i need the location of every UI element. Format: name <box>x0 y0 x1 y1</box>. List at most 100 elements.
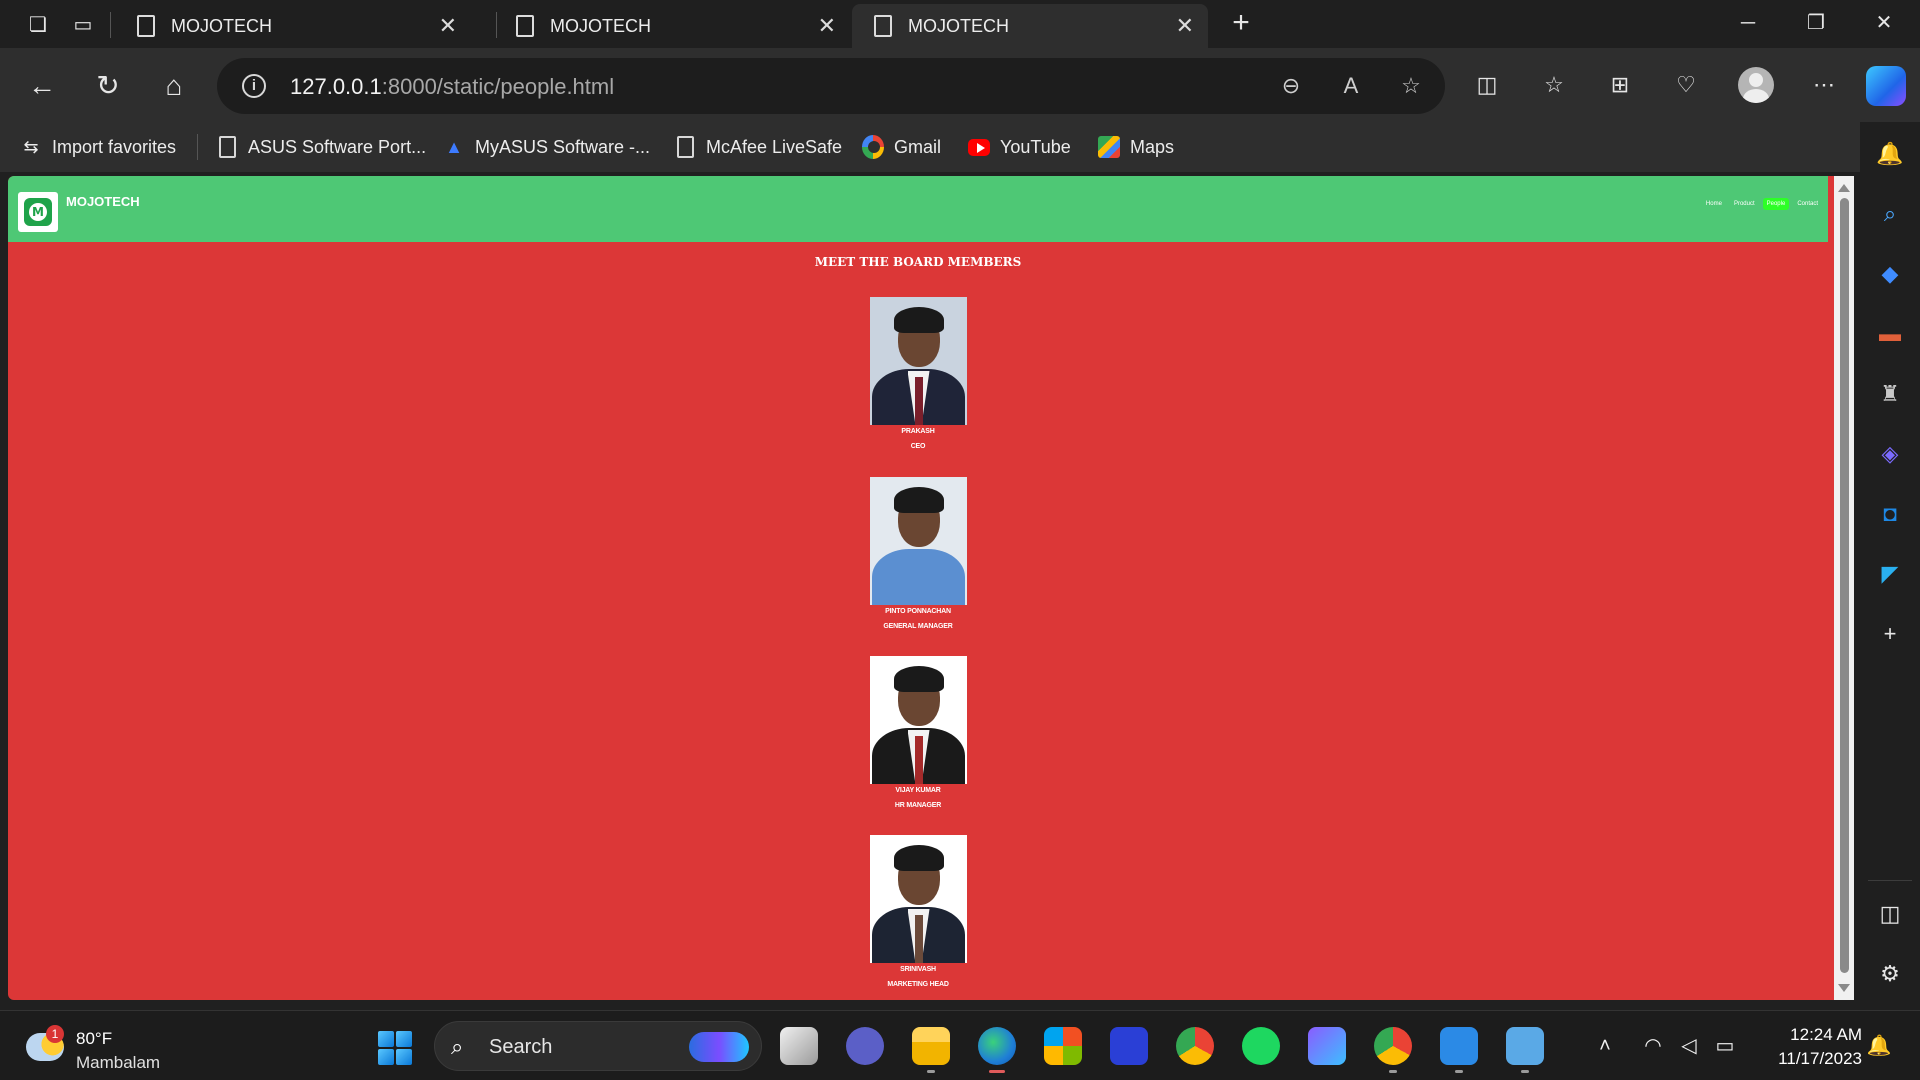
wifi-icon[interactable]: ◠ <box>1640 1033 1666 1059</box>
copilot-icon[interactable] <box>1866 66 1906 106</box>
url-text[interactable]: 127.0.0.1:8000/static/people.html <box>290 74 614 100</box>
member-card: PRAKASH CEO <box>868 297 968 450</box>
start-button[interactable] <box>378 1031 412 1065</box>
favorite-myasus[interactable]: ▲ MyASUS Software -... <box>443 134 650 160</box>
games-icon[interactable]: ♜ <box>1876 380 1904 408</box>
back-button[interactable]: ← <box>22 66 62 106</box>
close-icon[interactable]: ✕ <box>1176 13 1194 39</box>
youtube-icon <box>968 135 990 159</box>
workspaces-icon[interactable]: ❏ <box>22 8 54 40</box>
zoom-out-icon[interactable]: ⊖ <box>1277 72 1305 100</box>
drop-icon[interactable]: ◤ <box>1876 560 1904 588</box>
myasus-app-icon[interactable] <box>1110 1027 1148 1065</box>
scroll-down-icon[interactable] <box>1838 984 1850 992</box>
volume-muted-icon[interactable]: ◁ <box>1676 1033 1702 1059</box>
member-role: GENERAL MANAGER <box>883 623 953 630</box>
tab-actions-icon[interactable]: ▭ <box>67 8 99 40</box>
chrome-icon[interactable] <box>1176 1027 1214 1065</box>
favorite-asus-portal[interactable]: ASUS Software Port... <box>216 134 426 160</box>
microsoft-365-icon[interactable]: ◈ <box>1876 440 1904 468</box>
hide-sidebar-icon[interactable]: ◫ <box>1876 900 1904 928</box>
copilot-app-icon[interactable] <box>1308 1027 1346 1065</box>
site-logo[interactable]: M <box>18 192 58 232</box>
nav-home[interactable]: Home <box>1702 198 1726 210</box>
search-icon[interactable]: ⌕ <box>1876 200 1904 228</box>
member-card: PINTO PONNACHAN GENERAL MANAGER <box>868 477 968 630</box>
edge-browser-icon[interactable] <box>978 1027 1016 1073</box>
task-view-icon[interactable] <box>780 1027 818 1065</box>
split-screen-icon[interactable]: ◫ <box>1470 68 1504 102</box>
chrome-profile-icon[interactable] <box>1374 1027 1412 1073</box>
notifications-icon[interactable]: 🔔 <box>1876 140 1904 168</box>
system-clock[interactable]: 12:24 AM 11/17/2023 <box>1758 1023 1862 1071</box>
browser-essentials-icon[interactable]: ♡ <box>1669 68 1703 102</box>
nav-product[interactable]: Product <box>1730 198 1759 210</box>
spotify-icon[interactable] <box>1242 1027 1280 1065</box>
favorite-import[interactable]: ⇆ Import favorites <box>20 134 176 160</box>
settings-gear-icon[interactable]: ⚙ <box>1876 960 1904 988</box>
teams-chat-icon[interactable] <box>846 1027 884 1065</box>
shopping-tag-icon[interactable]: ◆ <box>1876 260 1904 288</box>
close-window-button[interactable]: ✕ <box>1856 6 1912 40</box>
favorites-icon[interactable]: ☆ <box>1537 68 1571 102</box>
sidebar-divider <box>1868 880 1912 881</box>
member-photo <box>869 656 967 784</box>
tab-2[interactable]: MOJOTECH ✕ <box>494 4 850 48</box>
nav-people[interactable]: People <box>1762 198 1790 210</box>
favorite-label: Import favorites <box>52 136 177 157</box>
favorite-gmail[interactable]: Gmail <box>862 134 941 160</box>
battery-icon[interactable]: ▭ <box>1712 1033 1738 1059</box>
myasus-icon: ▲ <box>445 136 463 157</box>
site-info-icon[interactable]: i <box>242 74 266 98</box>
weather-location: Mambalam <box>76 1053 161 1072</box>
tools-icon[interactable]: ▬ <box>1876 320 1904 348</box>
browser-window: ❏ ▭ MOJOTECH ✕ MOJOTECH ✕ MOJOTECH ✕ + ─… <box>0 0 1920 1080</box>
favorite-label: McAfee LiveSafe <box>706 136 843 157</box>
microsoft-store-icon[interactable] <box>1044 1027 1082 1065</box>
page-scrollbar[interactable] <box>1834 176 1854 1000</box>
notification-bell-icon[interactable]: 🔔 <box>1866 1033 1892 1059</box>
weather-widget[interactable]: 1 80°F Mambalam <box>26 1025 256 1072</box>
address-bar[interactable]: i 127.0.0.1:8000/static/people.html ⊖ A … <box>217 58 1445 114</box>
tab-3-active[interactable]: MOJOTECH ✕ <box>852 4 1208 48</box>
page-icon <box>216 135 238 159</box>
address-toolbar: ← ↻ ⌂ i 127.0.0.1:8000/static/people.htm… <box>0 48 1920 122</box>
minimize-button[interactable]: ─ <box>1720 6 1776 40</box>
favorite-mcafee[interactable]: McAfee LiveSafe <box>674 134 842 160</box>
favorite-youtube[interactable]: YouTube <box>968 134 1071 160</box>
scroll-thumb[interactable] <box>1840 198 1849 973</box>
taskbar-search[interactable]: ⌕ Search <box>434 1021 762 1071</box>
outlook-icon[interactable]: ◘ <box>1876 500 1904 528</box>
restore-button[interactable]: ❐ <box>1788 6 1844 40</box>
notepad-icon[interactable] <box>1506 1027 1544 1073</box>
tab-1[interactable]: MOJOTECH ✕ <box>115 4 471 48</box>
add-sidebar-app-icon[interactable]: + <box>1876 620 1904 648</box>
member-name: SRINIVASH <box>900 966 936 973</box>
close-icon[interactable]: ✕ <box>818 13 836 39</box>
weather-temp: 80°F <box>76 1029 113 1048</box>
read-aloud-icon[interactable]: A <box>1337 72 1365 100</box>
windows-taskbar: 1 80°F Mambalam ⌕ Search ˄ ◠ ◁ ▭ 12:24 A… <box>0 1010 1920 1080</box>
vscode-icon[interactable] <box>1440 1027 1478 1073</box>
page-icon <box>516 15 534 37</box>
file-explorer-icon[interactable] <box>912 1027 950 1073</box>
favorite-maps[interactable]: Maps <box>1098 134 1174 160</box>
close-icon[interactable]: ✕ <box>439 13 457 39</box>
favorite-label: ASUS Software Port... <box>248 136 427 157</box>
scroll-up-icon[interactable] <box>1838 184 1850 192</box>
bing-highlight-icon <box>689 1032 749 1062</box>
collections-icon[interactable]: ⊞ <box>1603 68 1637 102</box>
nav-contact[interactable]: Contact <box>1793 198 1822 210</box>
home-button[interactable]: ⌂ <box>154 66 194 106</box>
new-tab-button[interactable]: + <box>1225 8 1257 40</box>
show-hidden-icons-icon[interactable]: ˄ <box>1592 1033 1618 1059</box>
member-role: CEO <box>910 443 926 450</box>
section-title: MEET THE BOARD MEMBERS <box>814 255 1022 269</box>
more-options-icon[interactable]: ⋯ <box>1807 68 1841 102</box>
profile-avatar[interactable] <box>1738 67 1774 103</box>
clock-time: 12:24 AM <box>1790 1025 1862 1044</box>
favorite-star-icon[interactable]: ☆ <box>1397 72 1425 100</box>
refresh-button[interactable]: ↻ <box>88 66 128 106</box>
google-icon <box>862 135 884 159</box>
search-icon: ⌕ <box>451 1034 464 1059</box>
